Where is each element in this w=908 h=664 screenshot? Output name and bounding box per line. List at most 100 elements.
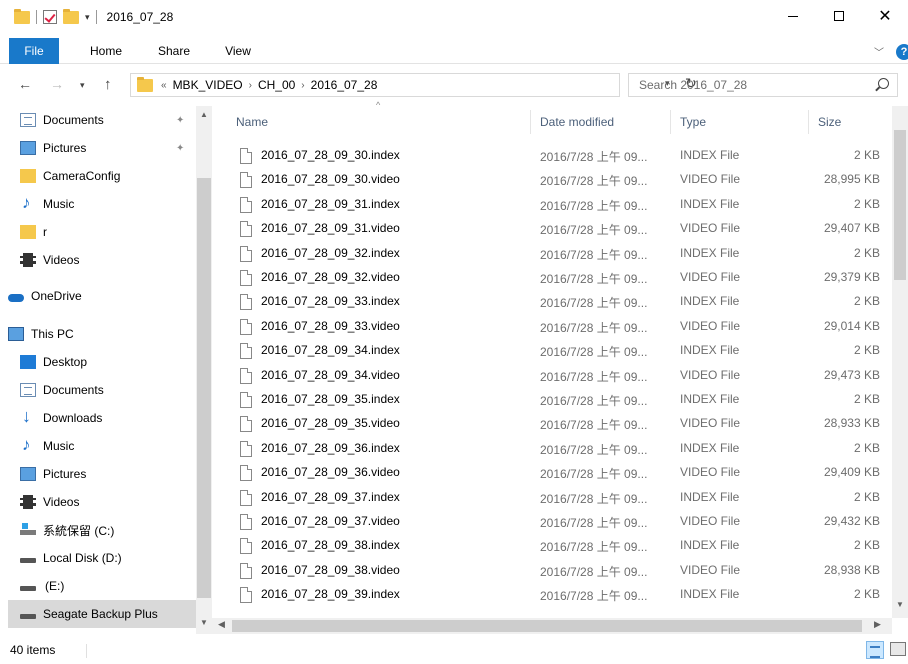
- nav-item-local-disk-d[interactable]: Local Disk (D:): [20, 544, 212, 572]
- breadcrumb-overflow[interactable]: «: [161, 80, 167, 91]
- scroll-left-icon[interactable]: ◀: [218, 619, 225, 630]
- column-header-name[interactable]: Name: [236, 110, 268, 134]
- column-header-type[interactable]: Type: [680, 110, 706, 134]
- file-row[interactable]: 2016_07_28_09_35.index 2016/7/28 上午 09...…: [212, 387, 892, 411]
- nav-item-pictures-pinned[interactable]: Pictures ✦: [20, 134, 212, 162]
- properties-icon[interactable]: [43, 10, 57, 24]
- vertical-scroll-thumb[interactable]: [894, 130, 906, 280]
- nav-item-r[interactable]: r: [20, 218, 212, 246]
- nav-item-system-drive[interactable]: 系統保留 (C:): [20, 516, 212, 544]
- minimize-button[interactable]: [770, 0, 816, 32]
- scroll-down-icon[interactable]: ▼: [200, 618, 208, 627]
- system-drive-icon: [20, 523, 36, 537]
- nav-pane-scroll-thumb[interactable]: [197, 178, 211, 598]
- file-row[interactable]: 2016_07_28_09_30.video 2016/7/28 上午 09...…: [212, 167, 892, 191]
- file-row[interactable]: 2016_07_28_09_30.index 2016/7/28 上午 09...…: [212, 143, 892, 167]
- chevron-right-icon[interactable]: ›: [301, 80, 304, 91]
- scroll-down-icon[interactable]: ▼: [896, 600, 904, 609]
- file-row[interactable]: 2016_07_28_09_32.video 2016/7/28 上午 09...…: [212, 265, 892, 289]
- file-row[interactable]: 2016_07_28_09_38.video 2016/7/28 上午 09...…: [212, 558, 892, 582]
- file-row[interactable]: 2016_07_28_09_38.index 2016/7/28 上午 09...…: [212, 533, 892, 557]
- pin-icon[interactable]: ✦: [176, 143, 184, 154]
- file-list-horizontal-scrollbar[interactable]: ◀ ▶: [212, 618, 892, 634]
- forward-arrow-icon[interactable]: →: [50, 76, 64, 92]
- maximize-button[interactable]: [816, 0, 862, 32]
- scroll-right-icon[interactable]: ▶: [874, 619, 881, 630]
- details-view-icon[interactable]: [866, 641, 884, 659]
- file-row[interactable]: 2016_07_28_09_36.index 2016/7/28 上午 09...…: [212, 436, 892, 460]
- file-type: INDEX File: [680, 489, 740, 504]
- nav-item-downloads[interactable]: Downloads: [20, 404, 212, 432]
- chevron-right-icon[interactable]: ›: [249, 80, 252, 91]
- pin-icon[interactable]: ✦: [176, 115, 184, 126]
- nav-item-pictures[interactable]: Pictures: [20, 460, 212, 488]
- search-input[interactable]: Search 2016_07_28: [628, 73, 898, 97]
- file-row[interactable]: 2016_07_28_09_33.video 2016/7/28 上午 09...…: [212, 314, 892, 338]
- horizontal-scroll-thumb[interactable]: [232, 620, 862, 632]
- file-row[interactable]: 2016_07_28_09_34.video 2016/7/28 上午 09...…: [212, 363, 892, 387]
- nav-item-drive-e[interactable]: (E:): [20, 572, 212, 600]
- nav-item-label: Music: [43, 197, 75, 211]
- file-row[interactable]: 2016_07_28_09_35.video 2016/7/28 上午 09...…: [212, 411, 892, 435]
- file-name: 2016_07_28_09_37.index: [261, 489, 400, 504]
- tab-file[interactable]: File: [9, 38, 59, 64]
- nav-item-videos[interactable]: Videos: [20, 488, 212, 516]
- file-date-modified: 2016/7/28 上午 09...: [540, 540, 648, 555]
- up-arrow-icon[interactable]: ↑: [104, 76, 112, 93]
- search-icon[interactable]: [878, 78, 889, 89]
- file-name: 2016_07_28_09_35.video: [261, 416, 400, 431]
- back-arrow-icon[interactable]: ←: [18, 76, 32, 92]
- customize-toolbar-dropdown[interactable]: ▾: [85, 12, 90, 23]
- recent-locations-dropdown[interactable]: ▾: [80, 80, 85, 91]
- nav-item-onedrive[interactable]: OneDrive: [8, 282, 204, 310]
- nav-pane-scrollbar[interactable]: ▲ ▼: [196, 106, 212, 634]
- file-row[interactable]: 2016_07_28_09_37.index 2016/7/28 上午 09...…: [212, 485, 892, 509]
- file-row[interactable]: 2016_07_28_09_39.index 2016/7/28 上午 09...…: [212, 582, 892, 606]
- nav-item-cameraconfig[interactable]: CameraConfig: [20, 162, 212, 190]
- address-bar[interactable]: « MBK_VIDEO › CH_00 › 2016_07_28 ▾ ↻: [130, 73, 697, 97]
- expand-ribbon-icon[interactable]: ﹀: [874, 44, 884, 59]
- file-type: INDEX File: [680, 294, 740, 309]
- tab-home[interactable]: Home: [78, 38, 134, 64]
- file-icon: [240, 587, 252, 604]
- file-name: 2016_07_28_09_30.index: [261, 148, 400, 162]
- file-size: 29,014 KB: [823, 318, 880, 333]
- nav-item-music-quick[interactable]: Music: [20, 190, 212, 218]
- desktop-icon: [20, 355, 36, 369]
- file-row[interactable]: 2016_07_28_09_37.video 2016/7/28 上午 09...…: [212, 509, 892, 533]
- file-size: 2 KB: [853, 538, 880, 553]
- tab-share[interactable]: Share: [146, 38, 202, 64]
- column-divider[interactable]: [670, 110, 671, 134]
- file-row[interactable]: 2016_07_28_09_33.index 2016/7/28 上午 09...…: [212, 289, 892, 313]
- nav-item-documents-pinned[interactable]: Documents ✦: [20, 106, 212, 134]
- file-size: 2 KB: [853, 440, 880, 455]
- file-date-modified: 2016/7/28 上午 09...: [540, 564, 648, 579]
- scroll-up-icon[interactable]: ▲: [200, 110, 208, 119]
- tab-view[interactable]: View: [210, 38, 266, 64]
- nav-item-this-pc[interactable]: This PC: [8, 320, 204, 348]
- column-header-date-modified[interactable]: Date modified: [540, 110, 614, 134]
- column-divider[interactable]: [530, 110, 531, 134]
- nav-item-documents[interactable]: Documents: [20, 376, 212, 404]
- file-row[interactable]: 2016_07_28_09_34.index 2016/7/28 上午 09...…: [212, 338, 892, 362]
- nav-item-videos-quick[interactable]: Videos: [20, 246, 212, 274]
- file-row[interactable]: 2016_07_28_09_31.video 2016/7/28 上午 09...…: [212, 216, 892, 240]
- file-type: VIDEO File: [680, 270, 741, 284]
- file-size: 29,473 KB: [823, 367, 880, 382]
- breadcrumb-mbk-video[interactable]: MBK_VIDEO: [173, 78, 243, 92]
- new-folder-icon[interactable]: [63, 8, 79, 24]
- file-row[interactable]: 2016_07_28_09_36.video 2016/7/28 上午 09...…: [212, 460, 892, 484]
- help-icon[interactable]: ?: [896, 44, 908, 60]
- breadcrumb-2016-07-28[interactable]: 2016_07_28: [311, 78, 378, 92]
- nav-item-seagate-backup-plus[interactable]: Seagate Backup Plus: [8, 600, 196, 628]
- column-divider[interactable]: [808, 110, 809, 134]
- close-button[interactable]: ✕: [862, 0, 908, 32]
- nav-item-desktop[interactable]: Desktop: [20, 348, 212, 376]
- file-row[interactable]: 2016_07_28_09_31.index 2016/7/28 上午 09...…: [212, 192, 892, 216]
- nav-item-music[interactable]: Music: [20, 432, 212, 460]
- file-row[interactable]: 2016_07_28_09_32.index 2016/7/28 上午 09...…: [212, 241, 892, 265]
- breadcrumb-ch-00[interactable]: CH_00: [258, 78, 295, 92]
- large-icons-view-icon[interactable]: [890, 642, 906, 656]
- file-list-vertical-scrollbar[interactable]: ▼: [892, 106, 908, 618]
- column-header-size[interactable]: Size: [818, 110, 841, 134]
